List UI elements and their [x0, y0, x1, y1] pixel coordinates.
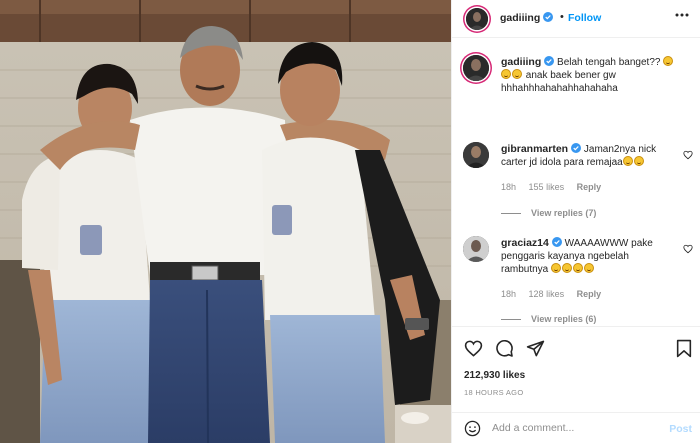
comments-list[interactable]: gadiiing Belah tengah banget?? anak baek…	[452, 39, 700, 326]
comment-avatar[interactable]	[463, 142, 489, 168]
post-header: gadiiing • Follow	[452, 0, 700, 38]
post-photo-image	[0, 0, 451, 443]
grinning-sweat-emoji-icon	[512, 69, 522, 79]
post-photo[interactable]	[0, 0, 451, 443]
comment-time: 18h	[501, 182, 517, 192]
grinning-sweat-emoji-icon	[633, 156, 644, 166]
author-username[interactable]: gadiiing	[500, 12, 554, 24]
likes-count[interactable]: 212,930 likes	[464, 370, 525, 381]
follow-button[interactable]: Follow	[568, 12, 601, 24]
comment-heart-icon[interactable]	[683, 150, 693, 160]
grinning-sweat-emoji-icon	[573, 263, 584, 273]
post-button[interactable]: Post	[669, 423, 692, 435]
reply-button[interactable]: Reply	[577, 182, 602, 192]
comment-text: graciaz14 WAAAAWWW pake penggaris kayany…	[501, 237, 671, 276]
share-icon[interactable]	[526, 339, 545, 358]
heart-icon[interactable]	[464, 339, 483, 358]
comment-avatar-image	[463, 236, 489, 262]
verified-icon	[543, 12, 554, 22]
caption-avatar-image	[463, 55, 489, 81]
grinning-sweat-emoji-icon	[562, 263, 573, 273]
post-timestamp[interactable]: 18 HOURS AGO	[464, 388, 523, 397]
grinning-sweat-emoji-icon	[551, 263, 562, 273]
comment-text: gibranmarten Jaman2nya nick carter jd id…	[501, 143, 671, 169]
avatar-image	[466, 8, 488, 30]
view-replies-line	[501, 213, 521, 215]
bookmark-icon[interactable]	[676, 339, 692, 358]
verified-icon	[544, 56, 555, 66]
comment-meta: 18h 155 likes Reply	[501, 182, 611, 192]
comment-username[interactable]: gibranmarten	[501, 143, 568, 155]
author-username-text: gadiiing	[500, 12, 541, 24]
verified-icon	[571, 143, 582, 153]
grinning-sweat-emoji-icon	[584, 263, 595, 273]
grinning-sweat-emoji-icon	[501, 69, 511, 79]
post-actions: 212,930 likes 18 HOURS AGO	[452, 326, 700, 412]
view-replies-button[interactable]: View replies (7)	[501, 208, 596, 218]
avatar[interactable]	[466, 8, 488, 30]
comment-avatar-image	[463, 142, 489, 168]
comment-time: 18h	[501, 289, 517, 299]
grinning-sweat-emoji-icon	[622, 156, 633, 166]
comment-icon[interactable]	[495, 339, 514, 358]
post-sidebar: gadiiing • Follow gadiiing Belah tengah …	[451, 0, 700, 443]
view-replies-line	[501, 319, 521, 321]
comment-likes[interactable]: 128 likes	[529, 289, 565, 299]
more-icon[interactable]	[675, 13, 689, 17]
grinning-sweat-emoji-icon	[663, 56, 674, 66]
comment-meta: 18h 128 likes Reply	[501, 289, 611, 299]
reply-button[interactable]: Reply	[577, 289, 602, 299]
view-replies-label: View replies (7)	[531, 208, 597, 218]
header-separator: •	[560, 11, 564, 23]
caption-avatar[interactable]	[463, 55, 489, 81]
caption-username[interactable]: gadiiing	[501, 56, 541, 68]
caption-text: gadiiing Belah tengah banget?? anak baek…	[501, 56, 691, 95]
emoji-icon[interactable]	[464, 420, 481, 437]
comment-likes[interactable]: 155 likes	[529, 182, 565, 192]
caption-body-1: Belah tengah banget??	[557, 57, 661, 68]
view-replies-label: View replies (6)	[531, 314, 597, 324]
verified-icon	[551, 237, 562, 247]
comment-username[interactable]: graciaz14	[501, 237, 549, 249]
add-comment-bar: Post	[452, 412, 700, 443]
comment-avatar[interactable]	[463, 236, 489, 262]
view-replies-button[interactable]: View replies (6)	[501, 314, 596, 324]
comment-input[interactable]	[492, 419, 652, 437]
comment-heart-icon[interactable]	[683, 244, 693, 254]
